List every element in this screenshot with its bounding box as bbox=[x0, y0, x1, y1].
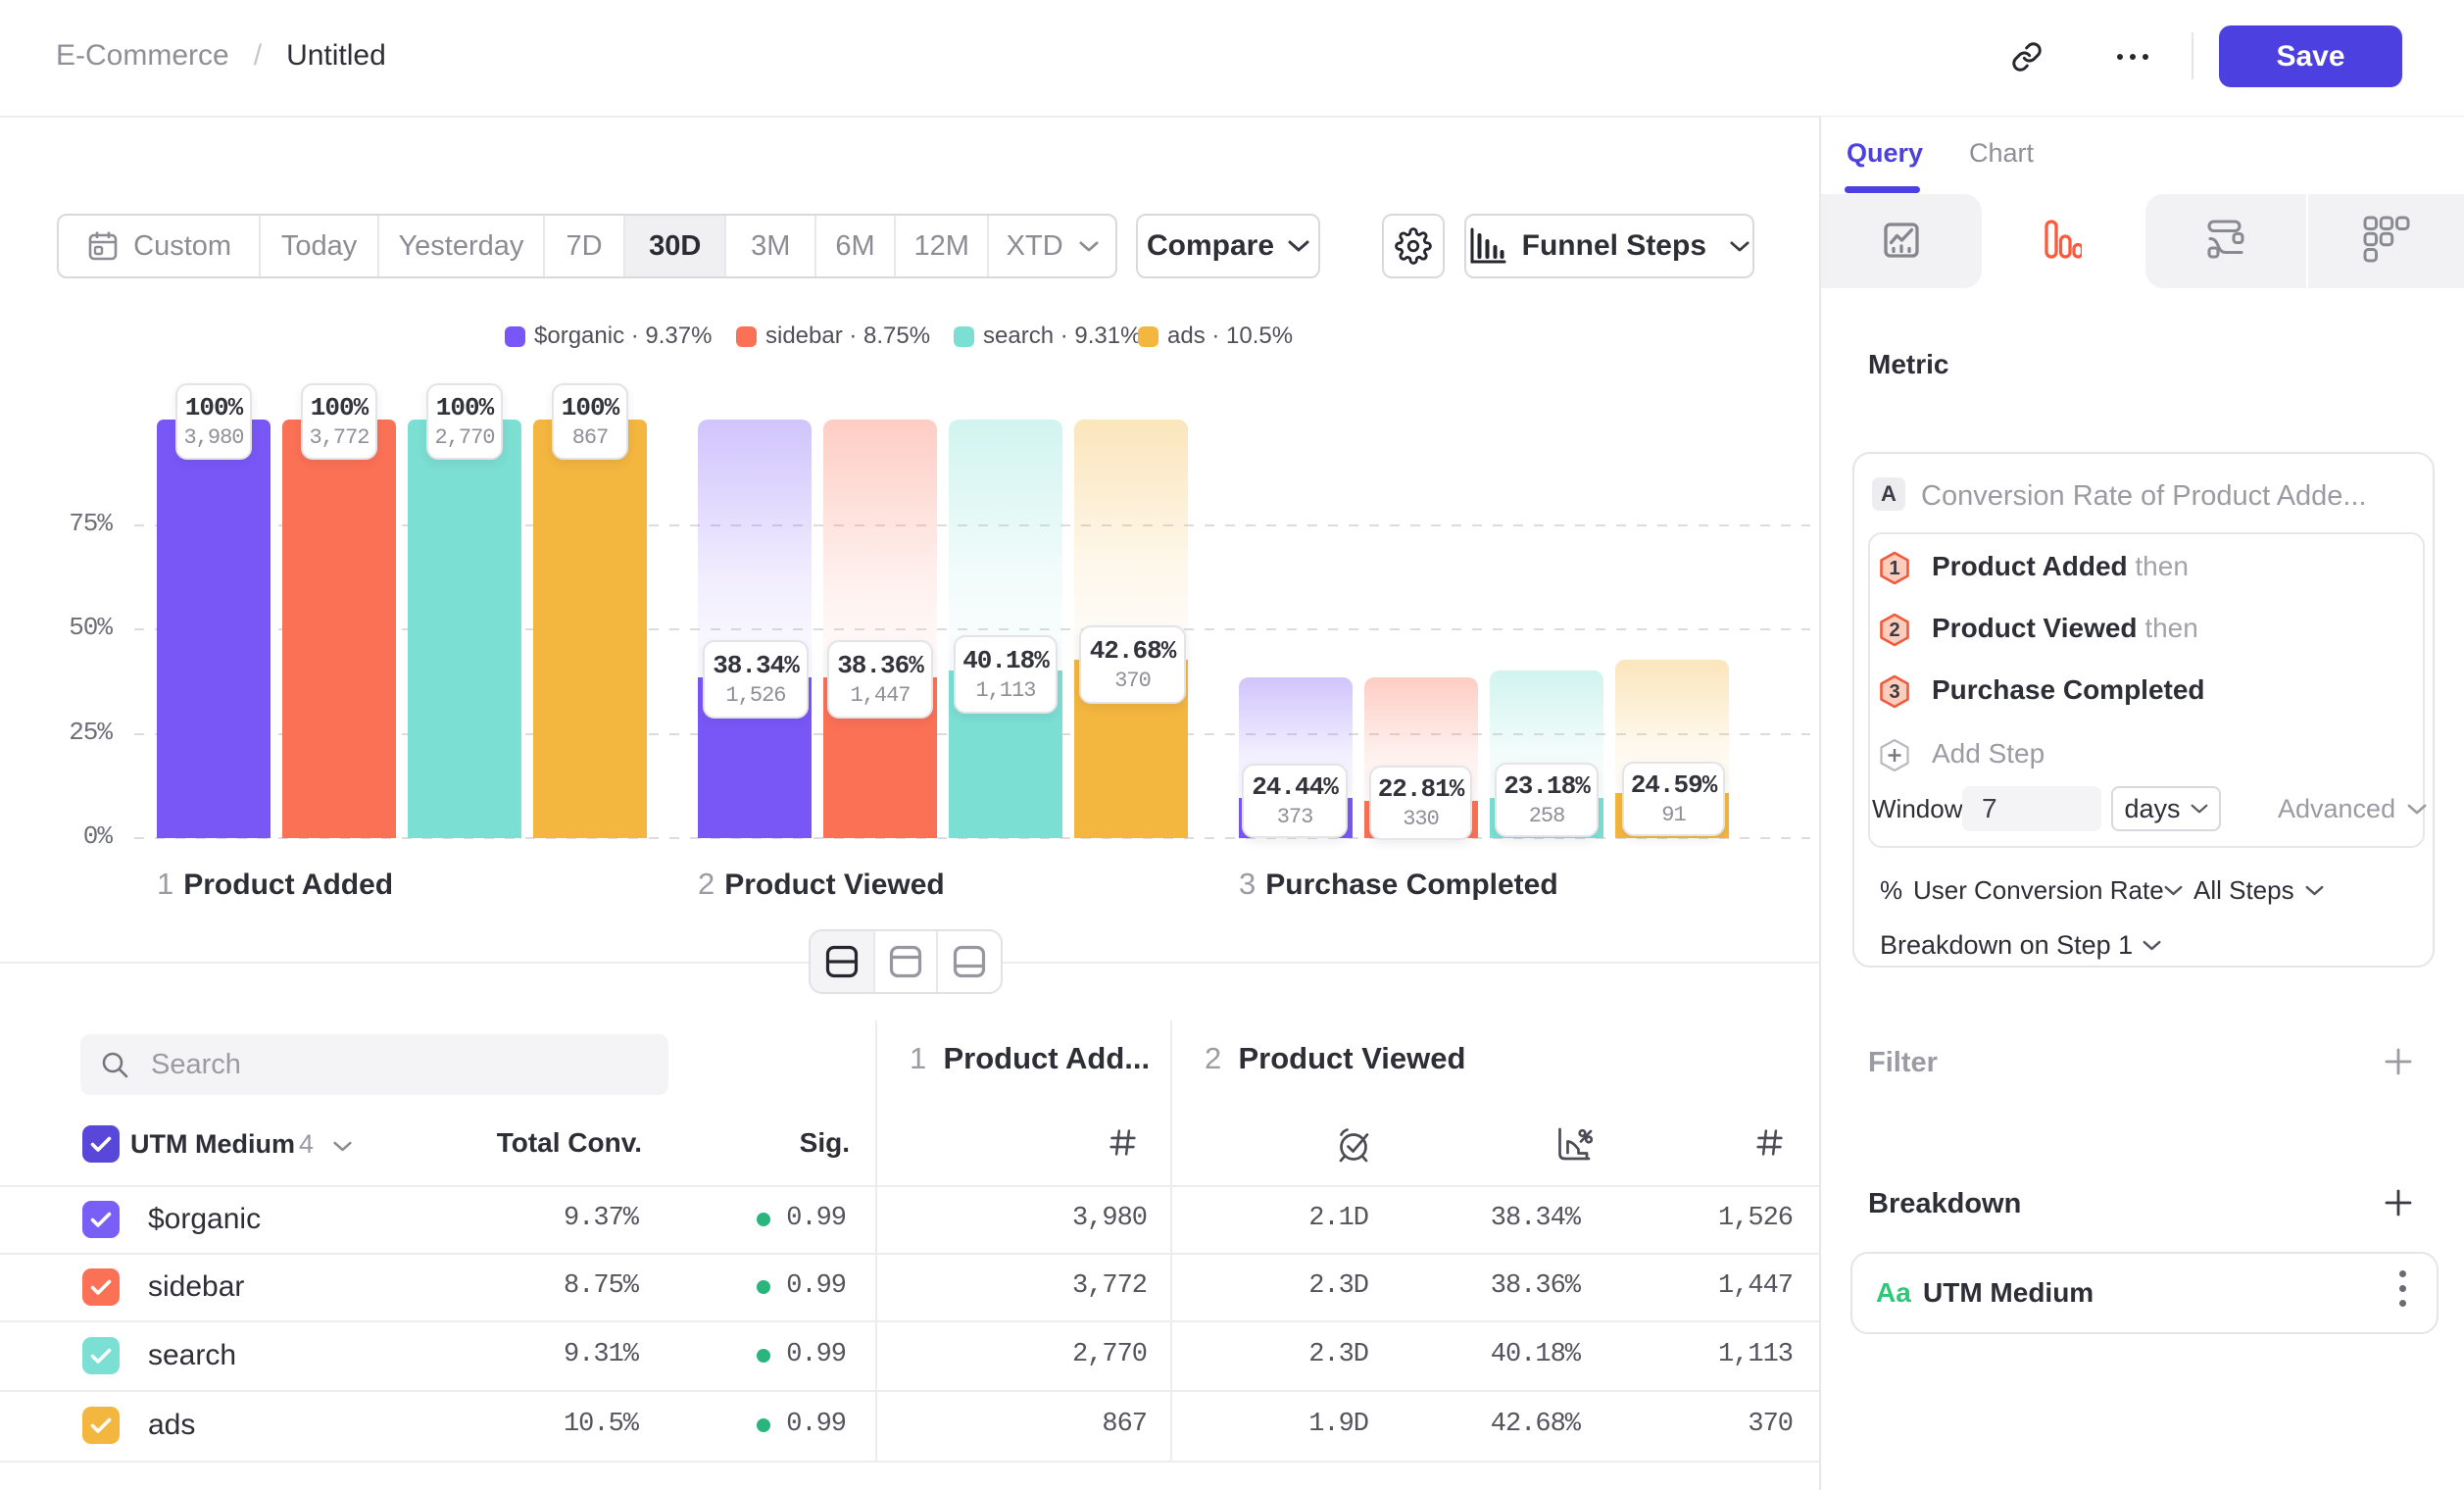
svg-text:2: 2 bbox=[1889, 620, 1899, 641]
svg-text:3: 3 bbox=[1889, 681, 1899, 703]
svg-text:1: 1 bbox=[1889, 558, 1899, 579]
